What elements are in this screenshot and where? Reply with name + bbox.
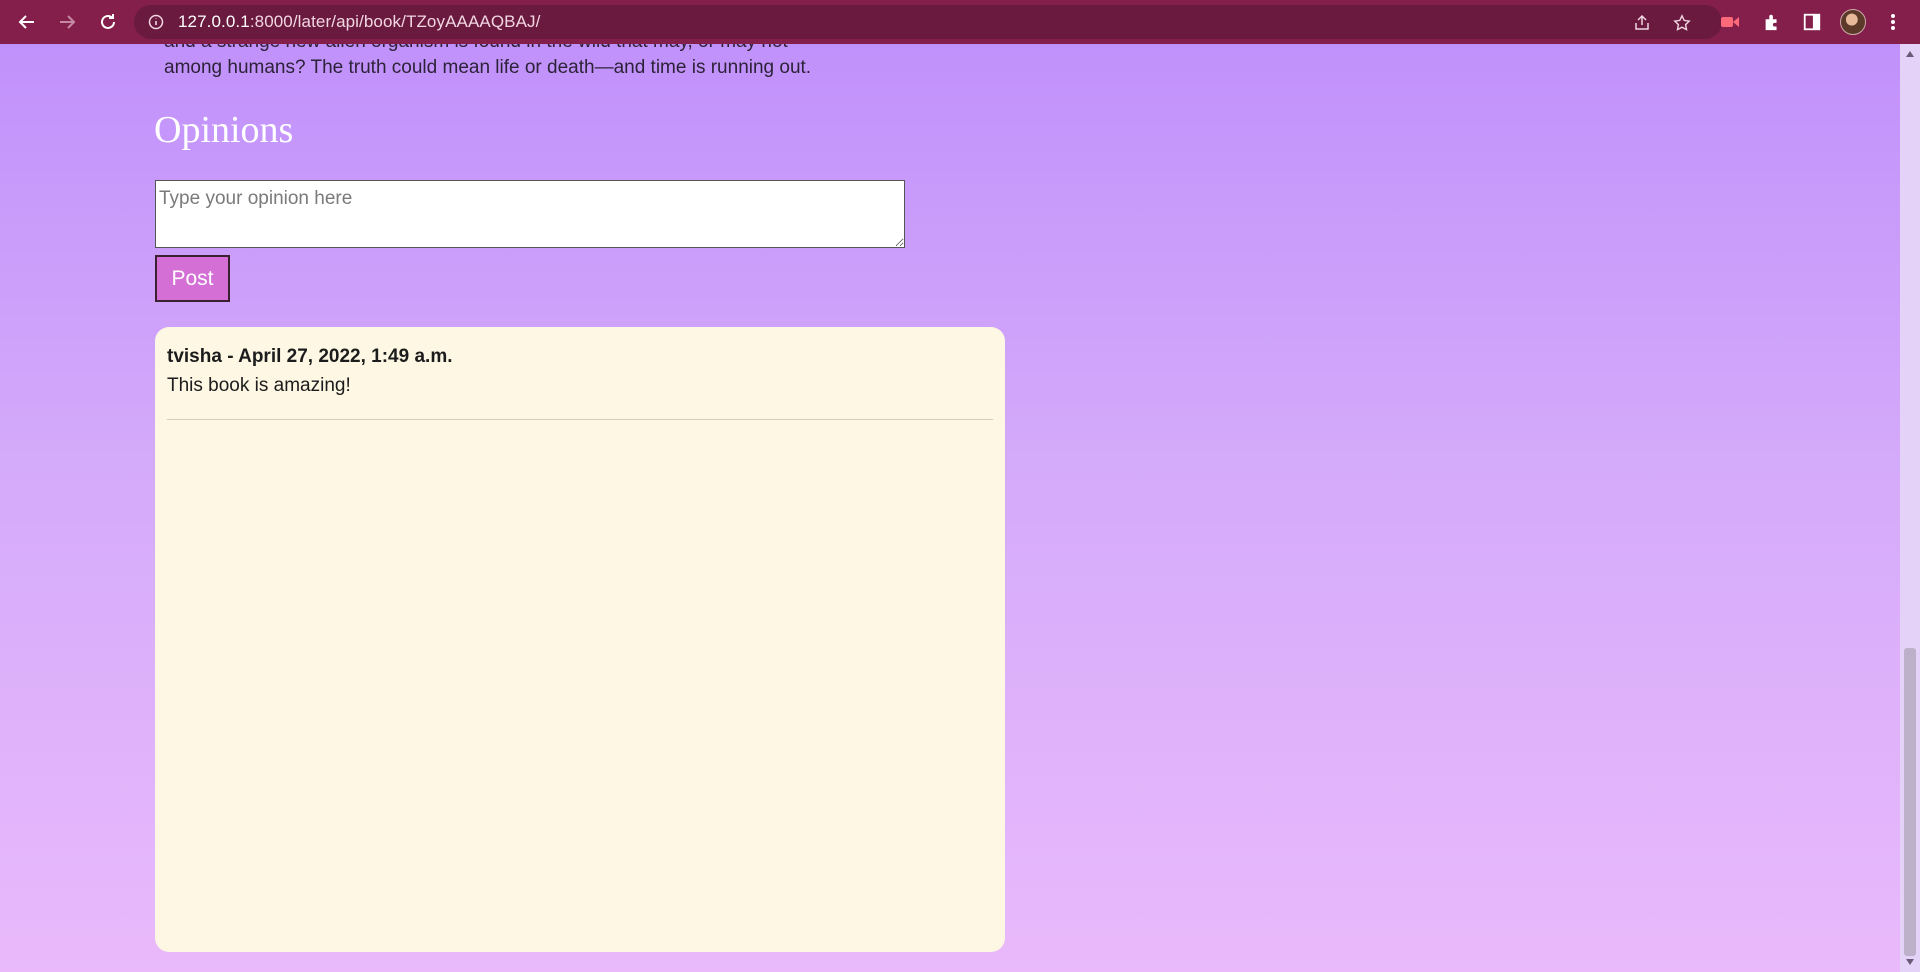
reload-icon: [101, 14, 115, 29]
opinions-heading: Opinions: [154, 109, 294, 151]
info-icon[interactable]: [148, 14, 164, 30]
arrow-right-icon: [60, 15, 76, 29]
description-line: among humans? The truth could mean life …: [164, 57, 812, 78]
side-panel-icon[interactable]: [1801, 11, 1823, 33]
star-icon[interactable]: [1673, 14, 1691, 32]
arrow-left-icon: [18, 15, 34, 29]
address-bar[interactable]: 127.0.0.1:8000/later/api/book/TZoyAAAAQB…: [134, 5, 1722, 39]
scroll-down-arrow-icon[interactable]: [1905, 958, 1915, 966]
extension-record-icon[interactable]: [1719, 11, 1741, 33]
forward-button[interactable]: [55, 10, 79, 34]
menu-kebab-icon[interactable]: [1882, 11, 1904, 33]
comment-text: This book is amazing!: [167, 375, 351, 396]
puzzle-icon[interactable]: [1761, 11, 1783, 33]
comment-divider: [167, 419, 993, 420]
opinion-input[interactable]: [155, 180, 905, 248]
browser-toolbar: 127.0.0.1:8000/later/api/book/TZoyAAAAQB…: [0, 0, 1920, 44]
url-host: 127.0.0.1: [178, 12, 250, 31]
reload-button[interactable]: [96, 10, 120, 34]
share-icon[interactable]: [1633, 14, 1651, 32]
back-button[interactable]: [15, 10, 39, 34]
comments-card: tvisha - April 27, 2022, 1:49 a.m. This …: [155, 327, 1005, 952]
comment-author-date: tvisha - April 27, 2022, 1:49 a.m.: [167, 346, 453, 367]
scroll-up-arrow-icon[interactable]: [1905, 50, 1915, 58]
scrollbar-thumb[interactable]: [1904, 648, 1916, 956]
page-viewport: and a strange new alien organism is foun…: [0, 44, 1900, 972]
url-path: :8000/later/api/book/TZoyAAAAQBAJ/: [249, 12, 541, 31]
url-text[interactable]: 127.0.0.1:8000/later/api/book/TZoyAAAAQB…: [178, 12, 540, 32]
comment-item: tvisha - April 27, 2022, 1:49 a.m. This …: [167, 343, 993, 420]
profile-avatar[interactable]: [1840, 9, 1866, 35]
post-button[interactable]: Post: [155, 255, 230, 302]
